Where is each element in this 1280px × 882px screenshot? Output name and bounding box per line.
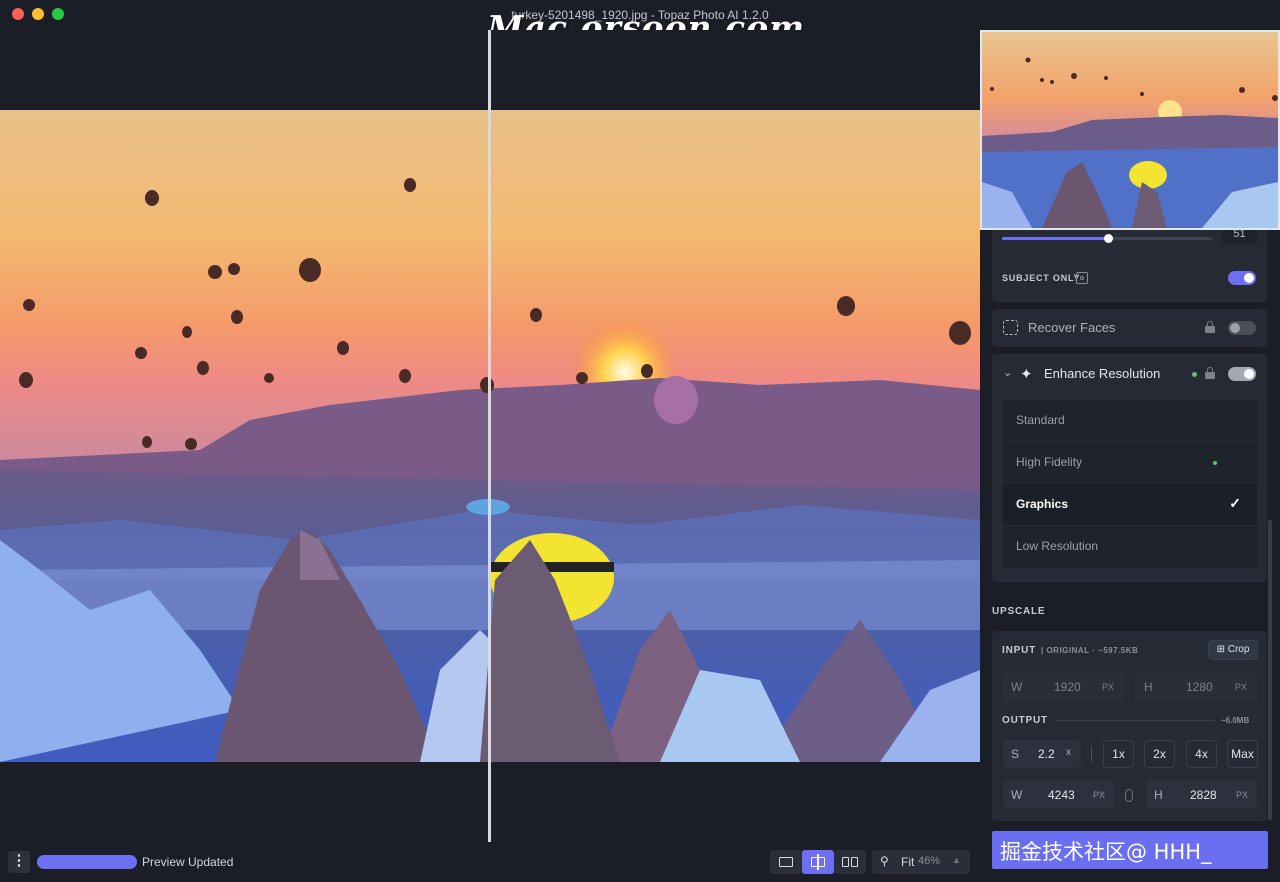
- recover-faces-toggle[interactable]: [1228, 321, 1256, 335]
- output-width-value: 4243: [1048, 788, 1075, 802]
- zoom-control[interactable]: ⚲ Fit 46% ▲: [872, 850, 970, 874]
- scale-4x-button[interactable]: 4x: [1186, 740, 1217, 768]
- preview-status-text: Preview Updated: [142, 855, 234, 869]
- active-indicator-dot: [1192, 372, 1197, 377]
- crop-icon: ⊞: [1216, 644, 1225, 655]
- strength-slider-track[interactable]: [1002, 234, 1212, 243]
- recommended-dot: [1213, 461, 1217, 465]
- model-option-label: High Fidelity: [1016, 455, 1083, 469]
- progress-bar: [37, 855, 137, 869]
- height-prefix: H: [1144, 680, 1153, 694]
- lock-icon[interactable]: [1205, 367, 1215, 379]
- enhance-resolution-label: Enhance Resolution: [1044, 366, 1161, 381]
- status-bar: ⋮ Preview Updated ⚲ Fit 46% ▲: [0, 842, 980, 882]
- unit-label: PX: [1235, 790, 1248, 800]
- compare-split-handle[interactable]: [488, 30, 491, 842]
- model-option-label: Graphics: [1016, 497, 1069, 511]
- model-option-graphics[interactable]: Graphics ✓: [1003, 484, 1257, 525]
- model-option-high-fidelity[interactable]: High Fidelity: [1003, 442, 1257, 483]
- input-label: INPUT: [1002, 645, 1036, 656]
- model-option-label: Standard: [1016, 413, 1065, 427]
- output-label: OUTPUT: [1002, 715, 1048, 726]
- scale-unit: x: [1066, 747, 1071, 758]
- chevron-down-icon[interactable]: ⌄: [1003, 366, 1012, 379]
- model-option-label: Low Resolution: [1016, 539, 1099, 553]
- side-by-side-view-button[interactable]: [834, 850, 866, 874]
- output-width-field[interactable]: W 4243 PX: [1003, 781, 1114, 809]
- scale-1x-button[interactable]: 1x: [1103, 740, 1134, 768]
- height-prefix: H: [1154, 788, 1163, 802]
- model-option-low-resolution[interactable]: Low Resolution: [1003, 526, 1257, 567]
- single-view-button[interactable]: [770, 850, 802, 874]
- upscale-section-title: UPSCALE: [992, 606, 1046, 617]
- input-height-value: 1280: [1186, 680, 1213, 694]
- checkmark-icon: ✓: [1229, 495, 1241, 511]
- strength-slider-fill: [1002, 237, 1108, 240]
- single-view-icon: [779, 857, 793, 867]
- crop-button-label: Crop: [1227, 644, 1250, 655]
- input-width-field: W 1920 PX: [1002, 673, 1124, 701]
- scale-field[interactable]: S 2.2 x: [1003, 740, 1081, 768]
- community-watermark-badge: 掘金技术社区@ HHH_: [992, 831, 1268, 869]
- recover-faces-label: Recover Faces: [1028, 320, 1116, 335]
- width-prefix: W: [1011, 788, 1023, 802]
- input-meta: | ORIGINAL · ~597.5KB: [1041, 646, 1139, 655]
- panel-scrollbar[interactable]: [1268, 520, 1272, 820]
- scale-value: 2.2: [1038, 747, 1055, 761]
- input-height-field: H 1280 PX: [1135, 673, 1257, 701]
- input-width-value: 1920: [1054, 680, 1081, 694]
- output-size: ~6.0MB: [1221, 716, 1250, 725]
- subject-only-label: SUBJECT ONLY: [1002, 273, 1081, 283]
- aspect-link-icon[interactable]: [1125, 789, 1133, 802]
- zoom-icon: ⚲: [880, 854, 889, 868]
- side-by-side-icon: [842, 857, 849, 867]
- subject-target-icon: [1076, 272, 1088, 284]
- scale-2x-button[interactable]: 2x: [1144, 740, 1175, 768]
- output-height-value: 2828: [1190, 788, 1217, 802]
- zoom-mode-label: Fit: [901, 855, 915, 869]
- unit-label: PX: [1101, 682, 1114, 692]
- strength-slider-thumb[interactable]: [1104, 234, 1113, 243]
- lock-icon[interactable]: [1205, 321, 1215, 333]
- image-canvas[interactable]: [0, 30, 980, 842]
- output-height-field[interactable]: H 2828 PX: [1146, 781, 1257, 809]
- output-divider: [1055, 720, 1215, 721]
- subject-only-toggle[interactable]: [1228, 271, 1256, 285]
- strength-value-field[interactable]: 51: [1222, 229, 1257, 244]
- split-view-button[interactable]: [802, 850, 834, 874]
- scale-max-button[interactable]: Max: [1227, 740, 1258, 768]
- crop-button[interactable]: ⊞ Crop: [1208, 640, 1258, 660]
- face-detect-icon: [1003, 320, 1018, 335]
- scale-divider: [1091, 746, 1092, 762]
- width-prefix: W: [1011, 680, 1023, 694]
- sparkle-icon: ✦: [1020, 366, 1033, 383]
- enhance-resolution-toggle[interactable]: [1228, 367, 1256, 381]
- unit-label: PX: [1234, 682, 1247, 692]
- chevron-up-icon: ▲: [952, 855, 961, 865]
- navigator-image: [982, 32, 1278, 228]
- zoom-percent: 46%: [918, 855, 941, 867]
- navigator-thumbnail[interactable]: [980, 30, 1280, 230]
- unit-label: PX: [1092, 790, 1105, 800]
- more-options-icon[interactable]: ⋮: [8, 851, 30, 873]
- model-option-standard[interactable]: Standard: [1003, 400, 1257, 441]
- scale-prefix: S: [1011, 747, 1020, 761]
